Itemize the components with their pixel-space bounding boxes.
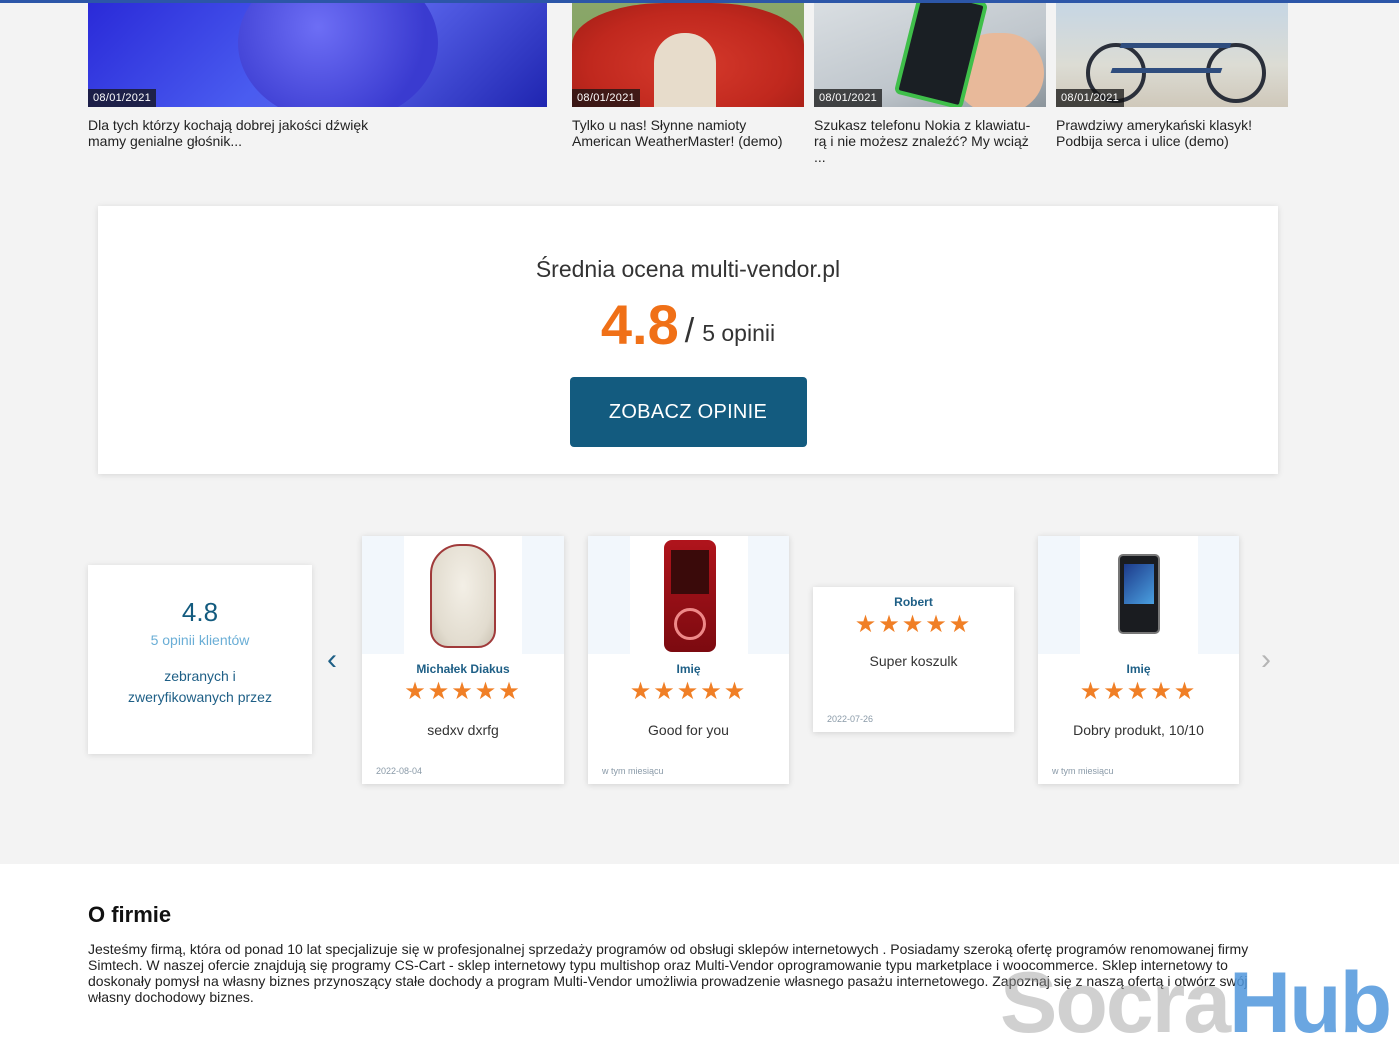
- review-date: 2022-08-04: [376, 766, 423, 776]
- review-card[interactable]: Robert ★★★★★ Super koszulk 2022-07-26: [813, 587, 1014, 732]
- review-date: w tym miesiącu: [602, 766, 664, 776]
- see-reviews-button[interactable]: ZOBACZ OPINIE: [569, 377, 807, 447]
- summary-review-count[interactable]: 5 opinii klientów: [88, 632, 312, 648]
- blog-image[interactable]: 08/01/2021: [814, 3, 1046, 107]
- review-date: w tym miesiącu: [1052, 766, 1114, 776]
- about-title: O firmie: [88, 902, 172, 927]
- summary-text: zebranych i zweryfikowanych przez: [88, 666, 312, 708]
- reviewer-name: Michałek Diakus: [416, 662, 510, 676]
- product-image[interactable]: [362, 536, 564, 654]
- reviewer-name: Imię: [676, 662, 701, 676]
- blog-image[interactable]: 08/01/2021: [1056, 3, 1288, 107]
- blog-card[interactable]: 08/01/2021 Tylko u nas! Słynne namioty A…: [572, 3, 804, 149]
- summary-line-2: zweryfikowanych przez: [128, 689, 272, 705]
- blog-date: 08/01/2021: [88, 89, 157, 107]
- star-rating-icon: ★★★★★: [1079, 678, 1198, 705]
- product-image[interactable]: [1038, 536, 1239, 654]
- review-card[interactable]: Imię ★★★★★ Dobry produkt, 10/10 w tym mi…: [1038, 536, 1239, 784]
- blog-image[interactable]: 08/01/2021: [572, 3, 804, 107]
- rating-score: 4.8: [600, 293, 679, 356]
- summary-line-1: zebranych i: [164, 668, 236, 684]
- blog-date: 08/01/2021: [572, 89, 641, 107]
- star-rating-icon: ★★★★★: [854, 611, 973, 638]
- rating-slash: /: [684, 312, 695, 350]
- backpack-image: [430, 544, 496, 648]
- blog-date: 08/01/2021: [1056, 89, 1125, 107]
- review-date: 2022-07-26: [827, 714, 874, 724]
- star-rating-icon: ★★★★★: [404, 678, 522, 705]
- product-image[interactable]: [588, 536, 789, 654]
- blog-title-link[interactable]: Szukasz telefonu Nokia z klawiatu- rą i …: [814, 117, 1036, 165]
- blog-date: 08/01/2021: [814, 89, 883, 107]
- blog-title-link[interactable]: Prawdziwy amerykański klasyk! Podbija se…: [1056, 117, 1288, 149]
- reviews-summary-card[interactable]: 4.8 5 opinii klientów zebranych i zweryf…: [88, 565, 312, 754]
- rating-count: 5 opinii: [702, 320, 776, 346]
- blog-card[interactable]: 08/01/2021 Dla tych którzy kochają dobre…: [88, 3, 547, 149]
- blog-image[interactable]: 08/01/2021: [88, 3, 547, 107]
- summary-score: 4.8: [181, 597, 219, 627]
- rating-title: Średnia ocena multi-vendor.pl: [535, 256, 841, 282]
- average-rating-panel: Średnia ocena multi-vendor.pl 4.8 / 5 op…: [98, 206, 1278, 474]
- blog-card[interactable]: 08/01/2021 Prawdziwy amerykański klasyk!…: [1056, 3, 1288, 149]
- review-text: Dobry produkt, 10/10: [1073, 722, 1204, 738]
- review-text: Super koszulk: [869, 653, 958, 669]
- carousel-next-arrow-icon[interactable]: ›: [1256, 645, 1276, 675]
- socrahub-watermark-logo: SocraHub: [1000, 960, 1392, 1046]
- blog-title-link[interactable]: Tylko u nas! Słynne namioty American Wea…: [572, 117, 804, 149]
- mp3-player-red-image: [664, 540, 716, 652]
- rating-score-line: 4.8 / 5 opinii: [98, 297, 1278, 353]
- blog-title-link[interactable]: Dla tych którzy kochają dobrej jakości d…: [88, 117, 388, 149]
- watermark-part-1: Socra: [1000, 955, 1231, 1047]
- mp3-player-black-image: [1118, 554, 1160, 634]
- review-card[interactable]: Michałek Diakus ★★★★★ sedxv dxrfg 2022-0…: [362, 536, 564, 784]
- reviewer-name: Robert: [894, 595, 933, 609]
- carousel-prev-arrow-icon[interactable]: ‹: [322, 645, 342, 675]
- review-text: Good for you: [648, 722, 729, 738]
- review-card[interactable]: Imię ★★★★★ Good for you w tym miesiącu: [588, 536, 789, 784]
- star-rating-icon: ★★★★★: [629, 678, 748, 705]
- review-text: sedxv dxrfg: [427, 722, 499, 738]
- blog-list: 08/01/2021 Dla tych którzy kochają dobre…: [0, 3, 1399, 183]
- blog-card[interactable]: 08/01/2021 Szukasz telefonu Nokia z klaw…: [814, 3, 1046, 165]
- watermark-part-2: Hub: [1229, 955, 1392, 1047]
- reviewer-name: Imię: [1126, 662, 1151, 676]
